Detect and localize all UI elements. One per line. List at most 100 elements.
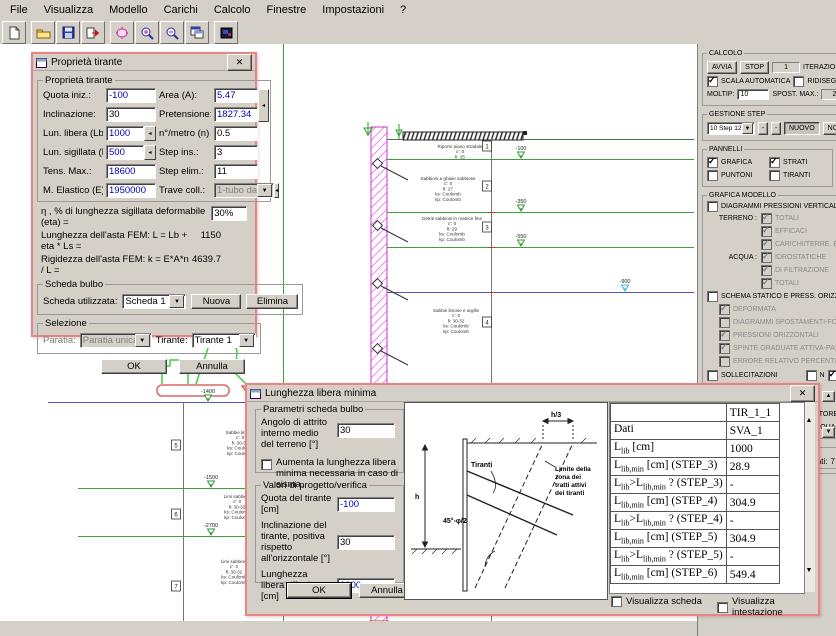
inclinazione-input[interactable]: 30 [106, 107, 156, 122]
pretensione-label: Pretensione: [159, 109, 211, 120]
scheda-select[interactable]: Scheda 1▼ [122, 294, 186, 309]
pan-icon[interactable] [110, 21, 134, 44]
m-elastico-input[interactable]: 1950000 [106, 183, 156, 198]
ridisegna-checkbox[interactable]: RIDISEGNA [793, 76, 836, 87]
trave-coll-spinner-icon[interactable]: ◂ [274, 183, 279, 198]
ok-button[interactable]: OK [287, 583, 351, 598]
errore-relativo-checkbox[interactable]: ERRORE RELATIVO PERCENTUALE [719, 356, 836, 367]
tiranti-checkbox[interactable]: TIRANTI [769, 170, 810, 181]
stop-button[interactable]: STOP [740, 61, 769, 74]
zoom-in-icon[interactable] [135, 21, 159, 44]
zoom-out-icon[interactable] [160, 21, 184, 44]
visualizza-intestazione-checkbox[interactable]: Visualizza intestazione [717, 596, 818, 618]
scala-automatica-checkbox[interactable]: SCALA AUTOMATICA [707, 76, 790, 87]
tens-max-input[interactable]: 18600 [106, 164, 156, 179]
cascade-windows-icon[interactable] [185, 21, 209, 44]
strati-checkbox[interactable]: STRATI [769, 157, 807, 168]
nuova-button[interactable]: Nuova [191, 294, 241, 309]
lun-sigillata-input[interactable]: 500 [106, 145, 144, 160]
grafica-modello-title: GRAFICA MODELLO [707, 192, 778, 199]
puntoni-checkbox[interactable]: PUNTONI [707, 170, 755, 181]
schema-statico-checkbox[interactable]: SCHEMA STATICO E PRESS. ORIZZONTAL [707, 291, 836, 302]
area-input[interactable]: 5.47 [214, 88, 258, 103]
quota-tirante-input[interactable]: -100 [337, 497, 395, 512]
lun-sigillata-spinner-icon[interactable]: ◂ [144, 145, 156, 160]
m-checkbox[interactable]: M [828, 370, 836, 381]
menu-help[interactable]: ? [392, 2, 414, 18]
spinte-graduate-checkbox[interactable]: SPINTE GRADUATE ATTIVA-PASSIVA [719, 343, 836, 354]
limite-label: Limite della zona dei tratti attivi dei … [555, 466, 593, 497]
save-icon[interactable] [56, 21, 80, 44]
display-options-icon[interactable] [214, 21, 238, 44]
fem-stiffness-value: 4639.7 [192, 254, 247, 276]
step-prev-button[interactable]: - [758, 122, 768, 135]
export-icon[interactable] [81, 21, 105, 44]
terreno-label: TERRENO : [715, 215, 761, 222]
nome-button[interactable]: NOME [823, 122, 836, 135]
n-checkbox[interactable]: N [806, 370, 825, 381]
step-select[interactable]: 10 Step 12▼ [707, 122, 755, 135]
pressioni-orizzontali-checkbox[interactable]: PRESSIONI ORIZZONTALI [719, 330, 836, 341]
area-pretensione-spinner-icon[interactable]: ◂ [258, 89, 269, 122]
moltip-input[interactable]: 10 [737, 89, 769, 100]
dialog-title-bar[interactable]: Proprietà tirante ✕ [33, 54, 255, 71]
table-row: Llib,min [cm] (STEP_6)549.4 [611, 566, 780, 584]
avvia-button[interactable]: AVVIA [707, 61, 737, 74]
step-next-button[interactable]: - [771, 122, 781, 135]
terreno-totali-checkbox[interactable]: TOTALI [761, 213, 836, 224]
inclinazione-tirante-input[interactable]: 30 [337, 535, 395, 550]
menu-file[interactable]: File [2, 2, 36, 18]
strati-scroll-up-icon[interactable]: ▲ [822, 391, 835, 402]
acqua-idrostatiche-checkbox[interactable]: IDROSTATICHE [761, 252, 836, 263]
h-label: h [415, 494, 419, 501]
acqua-filtrazione-checkbox[interactable]: DI FILTRAZIONE [761, 265, 836, 276]
tirante-select[interactable]: Tirante 1▼ [192, 333, 256, 348]
menu-finestre[interactable]: Finestre [259, 2, 315, 18]
elimina-button[interactable]: Elimina [246, 294, 298, 309]
parametri-scheda-bulbo-group: Parametri scheda bulbo Angolo di attrito… [255, 404, 404, 473]
terreno-carichi-checkbox[interactable]: CARICHI/TERRE. ESTERNI [761, 239, 836, 250]
menu-impostazioni[interactable]: Impostazioni [314, 2, 392, 18]
ok-button[interactable]: OK [101, 359, 167, 374]
toolbar [0, 19, 836, 46]
lun-libera-spinner-icon[interactable]: ◂ [144, 126, 156, 141]
quota-iniz-input[interactable]: -100 [106, 88, 156, 103]
n-metro-input[interactable]: 0.5 [214, 126, 258, 141]
scroll-up-icon[interactable]: ▲ [802, 413, 816, 427]
menu-modello[interactable]: Modello [101, 2, 156, 18]
results-table[interactable]: TIR_1_1 DatiSVA_1 Llib [cm]1000 Llib,min… [610, 403, 780, 584]
menu-visualizza[interactable]: Visualizza [36, 2, 101, 18]
open-folder-icon[interactable] [31, 21, 55, 44]
dialog-title-bar[interactable]: Lunghezza libera minima ✕ [247, 385, 818, 402]
visualizza-scheda-checkbox[interactable]: Visualizza scheda [611, 596, 702, 607]
menu-carichi[interactable]: Carichi [156, 2, 206, 18]
nuovo-button[interactable]: NUOVO [784, 122, 820, 135]
diagrammi-pressioni-checkbox[interactable]: DIAGRAMMI PRESSIONI VERTICALI [707, 201, 836, 212]
soil-label: Detriti sabbiosi in matrice finec': 0fi:… [422, 216, 482, 242]
terreno-efficaci-checkbox[interactable]: EFFICACI [761, 226, 836, 237]
diagrammi-spostamenti-checkbox[interactable]: DIAGRAMMI SPOSTAMENTI-FORZE [719, 317, 836, 328]
strati-scroll-down-icon[interactable]: ▼ [822, 427, 835, 438]
close-icon[interactable]: ✕ [790, 385, 815, 402]
lun-libera-label: Lun. libera (Lb): [43, 128, 103, 139]
new-document-icon[interactable] [2, 21, 26, 44]
acqua-totali-checkbox[interactable]: TOTALI [761, 278, 836, 289]
grafica-checkbox[interactable]: GRAFICA [707, 157, 755, 168]
deformata-checkbox[interactable]: DEFORMATA [719, 304, 836, 315]
lun-libera-input[interactable]: 1000 [106, 126, 144, 141]
step-ins-input[interactable]: 3 [214, 145, 258, 160]
gestione-step-title: GESTIONE STEP [707, 111, 767, 118]
table-row: Llib,min [cm] (STEP_4)304.9 [611, 494, 780, 512]
eta-input[interactable]: 30% [211, 206, 247, 221]
menu-calcolo[interactable]: Calcolo [206, 2, 259, 18]
angolo-attrito-input[interactable]: 30 [337, 423, 395, 438]
trave-coll-select[interactable]: 1-tubo da▼ [214, 183, 274, 198]
close-icon[interactable]: ✕ [227, 54, 252, 71]
sollecitazioni-checkbox[interactable]: SOLLECITAZIONI [707, 370, 778, 381]
menu-bar: File Visualizza Modello Carichi Calcolo … [0, 0, 836, 19]
pretensione-input[interactable]: 1827.34 [214, 107, 258, 122]
step-elim-input[interactable]: 11 [214, 164, 258, 179]
annulla-button[interactable]: Annulla [179, 359, 245, 374]
level-label: -2700 [204, 523, 218, 529]
scroll-down-icon[interactable]: ▼ [802, 563, 816, 577]
